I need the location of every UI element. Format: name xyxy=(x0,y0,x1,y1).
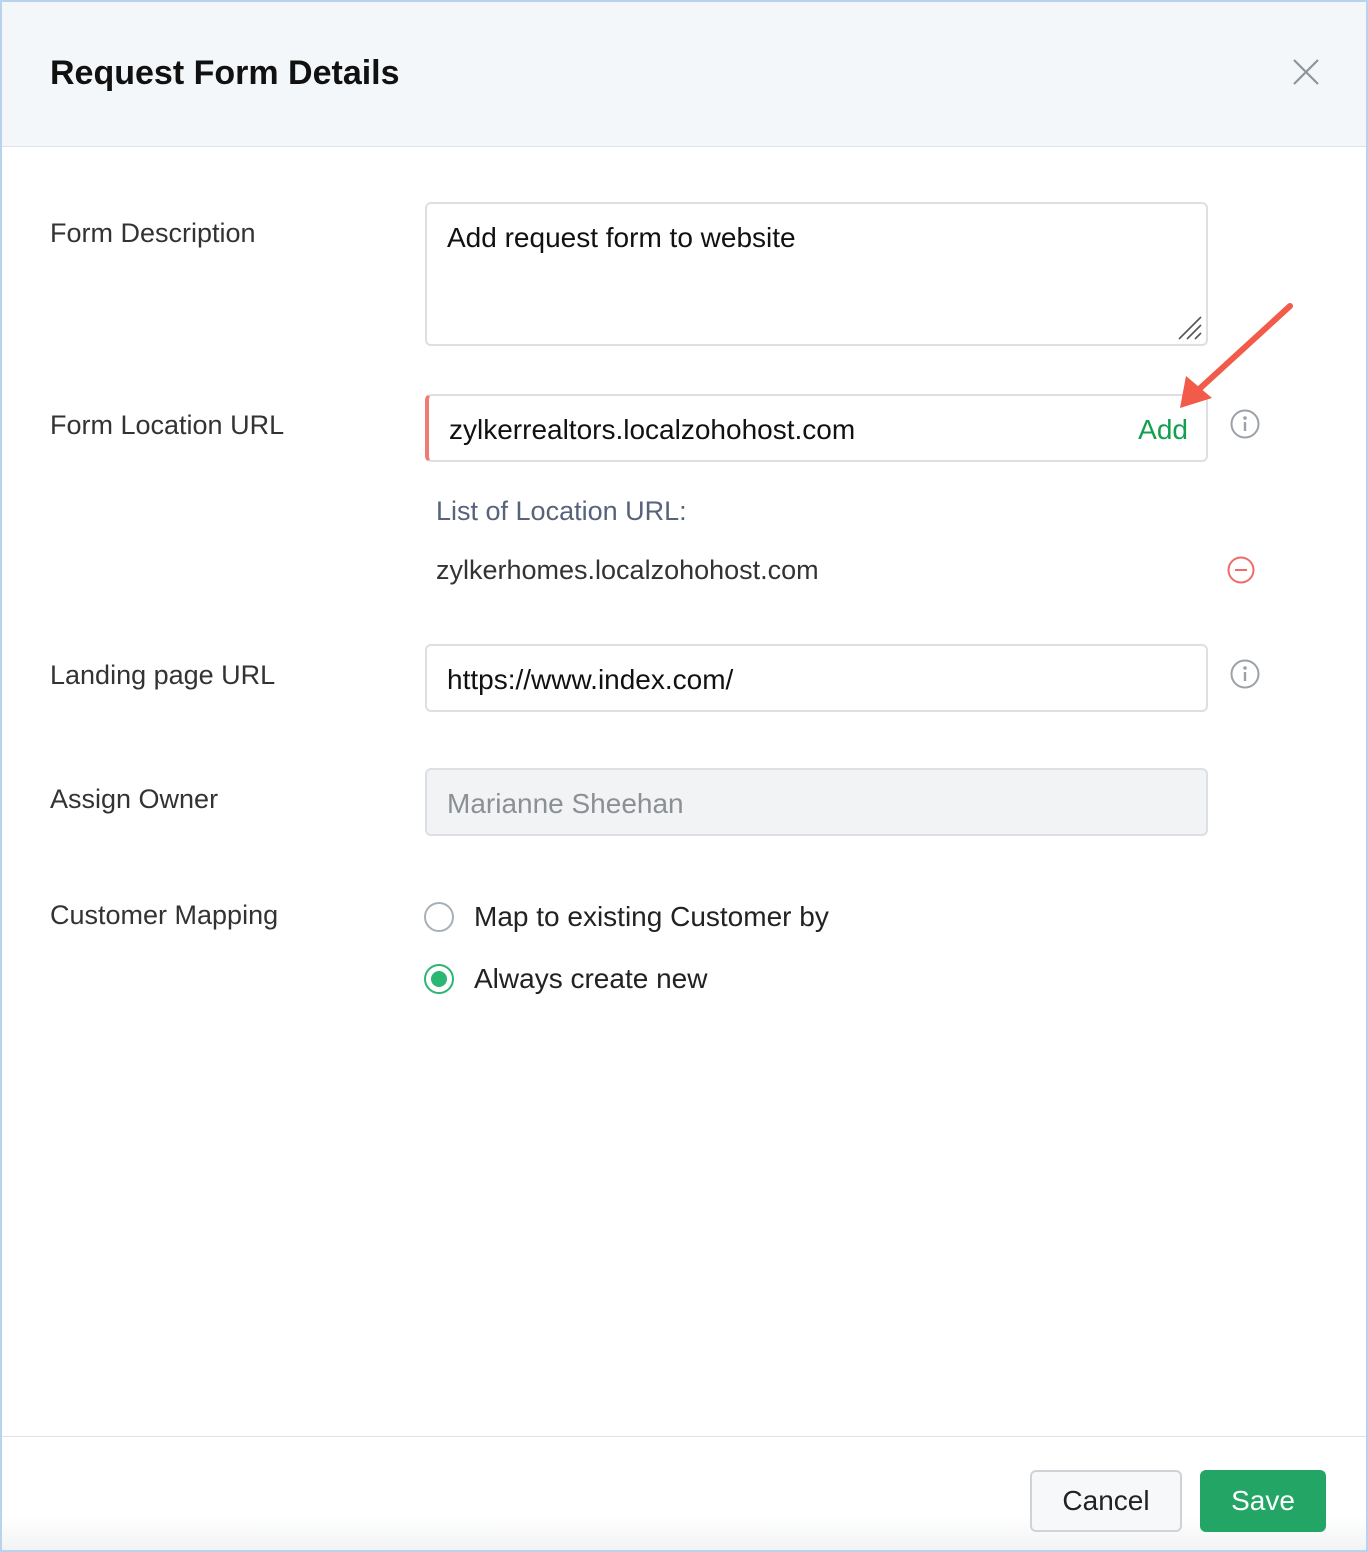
location-url-list-item: zylkerhomes.localzohohost.com xyxy=(436,555,819,585)
landing-page-url-value: https://www.index.com/ xyxy=(447,664,734,695)
cancel-button[interactable]: Cancel xyxy=(1030,1470,1182,1532)
radio-always-create-new[interactable]: Always create new xyxy=(424,963,707,995)
info-icon[interactable] xyxy=(1229,408,1261,440)
radio-button-checked[interactable] xyxy=(424,964,454,994)
resize-handle-icon[interactable] xyxy=(1175,313,1203,341)
radio-button-unchecked[interactable] xyxy=(424,902,454,932)
form-description-textarea[interactable]: Add request form to website xyxy=(425,202,1208,346)
form-description-label: Form Description xyxy=(50,218,256,248)
landing-page-url-label: Landing page URL xyxy=(50,660,276,690)
save-button[interactable]: Save xyxy=(1200,1470,1326,1532)
location-url-list-title: List of Location URL: xyxy=(436,496,687,526)
assign-owner-label: Assign Owner xyxy=(50,784,219,814)
customer-mapping-label: Customer Mapping xyxy=(50,900,279,930)
form-location-url-input[interactable]: zylkerrealtors.localzohohost.com Add xyxy=(425,394,1208,462)
minus-circle-icon[interactable] xyxy=(1226,555,1256,585)
dialog-header: Request Form Details xyxy=(2,2,1366,147)
form-location-url-label: Form Location URL xyxy=(50,410,285,440)
close-icon[interactable] xyxy=(1288,54,1324,90)
radio-always-create-new-label: Always create new xyxy=(474,963,708,994)
info-icon[interactable] xyxy=(1229,658,1261,690)
assign-owner-value: Marianne Sheehan xyxy=(447,788,684,819)
landing-page-url-input[interactable]: https://www.index.com/ xyxy=(425,644,1208,712)
form-description-value: Add request form to website xyxy=(447,222,796,253)
add-url-button[interactable]: Add xyxy=(1138,414,1188,446)
dialog-title: Request Form Details xyxy=(50,54,400,92)
form-location-url-value: zylkerrealtors.localzohohost.com xyxy=(449,414,856,445)
assign-owner-field: Marianne Sheehan xyxy=(425,768,1208,836)
radio-map-existing-label: Map to existing Customer by xyxy=(474,901,829,932)
radio-map-existing[interactable]: Map to existing Customer by xyxy=(424,901,829,933)
request-form-dialog: Request Form Details Form Description Ad… xyxy=(0,0,1368,1552)
